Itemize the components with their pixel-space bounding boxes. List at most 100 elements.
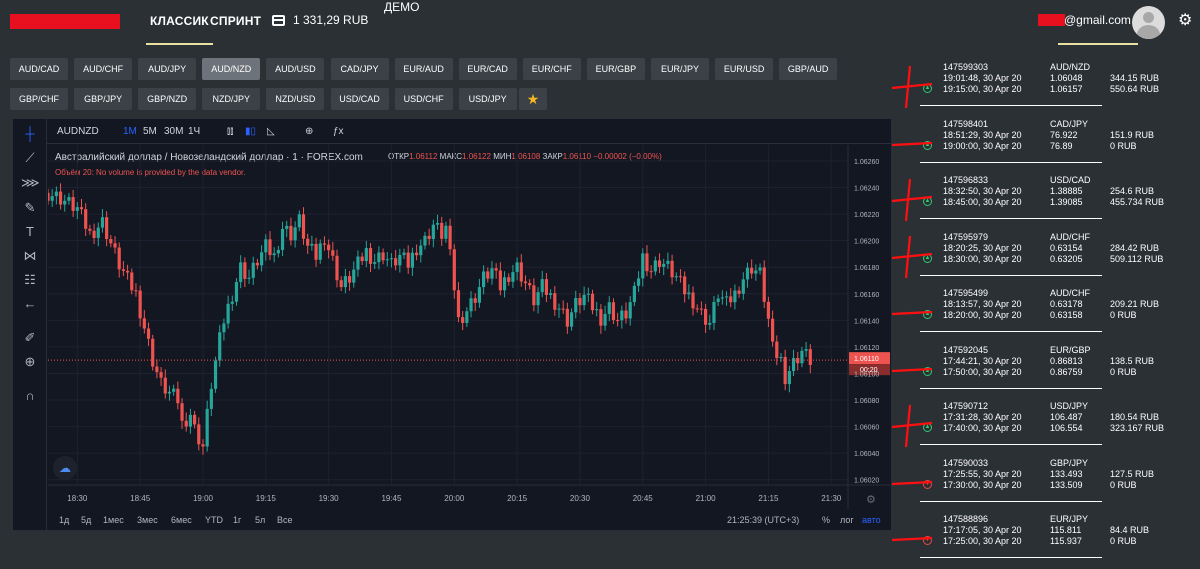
- zoom-icon[interactable]: ⊕: [21, 353, 39, 371]
- user-email[interactable]: @gmail.com: [1064, 13, 1131, 27]
- candle-body: [549, 293, 553, 295]
- range-8[interactable]: Все: [277, 515, 293, 525]
- account-mode[interactable]: ДЕМО: [384, 0, 419, 14]
- trade-row[interactable]: ▲ 147598401 18:51:29, 30 Apr 20 19:00:00, 3…: [918, 117, 1188, 173]
- pair-button-euraud[interactable]: EUR/AUD: [394, 58, 453, 80]
- trade-row[interactable]: ▼ 147588896 17:17:05, 30 Apr 20 17:25:00, 3…: [918, 512, 1188, 568]
- tab-classic[interactable]: КЛАССИК: [146, 14, 213, 45]
- range-7[interactable]: 5л: [255, 515, 265, 525]
- trade-row[interactable]: ▲ 147595499 18:13:57, 30 Apr 20 18:20:00, 3…: [918, 286, 1188, 342]
- pair-button-gbpchf[interactable]: GBP/CHF: [10, 88, 68, 110]
- pair-button-gbpjpy[interactable]: GBP/JPY: [74, 88, 133, 110]
- favorites-button[interactable]: ★: [519, 88, 547, 110]
- star-icon: ★: [526, 90, 540, 107]
- trade-row[interactable]: ▲ 147599303 19:01:48, 30 Apr 20 19:15:00, 3…: [918, 60, 1188, 116]
- arrow-left-icon[interactable]: ←: [21, 295, 39, 313]
- area-style-icon[interactable]: ◺: [267, 126, 275, 137]
- range-3[interactable]: 3мес: [137, 515, 158, 525]
- trade-row[interactable]: ▲ 147590712 17:31:28, 30 Apr 20 17:40:00, 3…: [918, 399, 1188, 455]
- scale-log[interactable]: лог: [840, 515, 854, 525]
- candle-body: [121, 269, 125, 271]
- crosshair-icon[interactable]: ┼: [21, 125, 39, 143]
- ruler-icon[interactable]: ✐: [21, 329, 39, 347]
- text-tool-icon[interactable]: T: [21, 223, 39, 241]
- pair-button-audchf[interactable]: AUD/CHF: [74, 58, 133, 80]
- interval-1h[interactable]: 1Ч: [188, 126, 200, 137]
- pair-button-usdchf[interactable]: USD/CHF: [394, 88, 453, 110]
- pair-button-eurjpy[interactable]: EUR/JPY: [651, 58, 709, 80]
- range-1[interactable]: 5д: [81, 515, 91, 525]
- pattern-icon[interactable]: ⋈: [21, 247, 39, 265]
- candle-body: [683, 276, 687, 295]
- candle-body: [469, 298, 473, 312]
- add-indicator-icon[interactable]: ⊕: [305, 126, 313, 137]
- scale-percent[interactable]: %: [822, 515, 830, 525]
- pair-button-audjpy[interactable]: AUD/JPY: [138, 58, 197, 80]
- trade-row[interactable]: ▲ 147596833 18:32:50, 30 Apr 20 18:45:00, 3…: [918, 173, 1188, 229]
- candle-body: [695, 308, 699, 310]
- range-0[interactable]: 1д: [59, 515, 69, 525]
- avatar[interactable]: [1132, 6, 1165, 39]
- pair-button-nzdjpy[interactable]: NZD/JPY: [202, 88, 261, 110]
- range-4[interactable]: 6мес: [171, 515, 192, 525]
- symbol-label[interactable]: AUDNZD: [57, 126, 99, 137]
- pair-button-eurusd[interactable]: EUR/USD: [715, 58, 774, 80]
- candle-body: [335, 255, 339, 281]
- trade-payout: 0 RUB: [1110, 479, 1137, 490]
- interval-5m[interactable]: 5M: [143, 126, 157, 137]
- brush-icon[interactable]: ✎: [21, 199, 39, 217]
- trade-open-time: 17:44:21, 30 Apr 20: [943, 355, 1022, 366]
- pair-button-eurcad[interactable]: EUR/CAD: [458, 58, 517, 80]
- pair-button-cadjpy[interactable]: CAD/JPY: [330, 58, 389, 80]
- range-6[interactable]: 1г: [233, 515, 241, 525]
- interval-30m[interactable]: 30M: [164, 126, 183, 137]
- candle-body: [381, 252, 385, 261]
- indicators-icon[interactable]: ƒx: [333, 126, 344, 137]
- bars-style-icon[interactable]: ⫾⫾: [227, 126, 233, 137]
- trade-close-time: 19:00:00, 30 Apr 20: [943, 140, 1022, 151]
- prediction-icon[interactable]: ☷: [21, 271, 39, 289]
- pair-button-audcad[interactable]: AUD/CAD: [10, 58, 68, 80]
- scale-auto[interactable]: авто: [862, 515, 881, 525]
- pair-button-eurchf[interactable]: EUR/CHF: [522, 58, 581, 80]
- pair-button-nzdusd[interactable]: NZD/USD: [266, 88, 325, 110]
- magnet-icon[interactable]: ∩: [21, 387, 39, 405]
- range-2[interactable]: 1мес: [103, 515, 124, 525]
- trade-open-price: 1.06048: [1050, 73, 1083, 83]
- candle-body: [176, 388, 180, 404]
- y-tick-label: 1.06180: [854, 265, 879, 272]
- cloud-icon[interactable]: ☁: [53, 456, 77, 480]
- pair-button-gbpaud[interactable]: GBP/AUD: [779, 58, 838, 80]
- candle-body: [595, 309, 599, 311]
- candles-style-icon[interactable]: ▮▯: [245, 126, 256, 137]
- candle-body: [239, 262, 243, 283]
- candle-body: [636, 278, 641, 286]
- candlestick-chart[interactable]: 1.0611000:201.062601.062401.062201.06200…: [48, 145, 891, 510]
- candle-body: [50, 196, 54, 201]
- trade-row[interactable]: ▲ 147595979 18:20:25, 30 Apr 20 18:30:00, 3…: [918, 230, 1188, 286]
- trade-row[interactable]: ▼ 147590033 17:25:55, 30 Apr 20 17:30:00, 3…: [918, 456, 1188, 512]
- pair-button-gbpnzd[interactable]: GBP/NZD: [138, 88, 197, 110]
- trade-row[interactable]: ▲ 147592045 17:44:21, 30 Apr 20 17:50:00, 3…: [918, 343, 1188, 399]
- candle-body: [297, 214, 301, 228]
- pair-button-audusd[interactable]: AUD/USD: [266, 58, 325, 80]
- candle-body: [482, 271, 486, 288]
- pitchfork-icon[interactable]: ⋙: [21, 174, 40, 192]
- candle-body: [402, 252, 406, 255]
- pair-button-usdjpy[interactable]: USD/JPY: [458, 88, 517, 110]
- trade-stake: 284.42 RUB: [1110, 242, 1160, 253]
- interval-1m[interactable]: 1M: [123, 126, 137, 137]
- candle-body: [385, 259, 389, 261]
- tab-sprint[interactable]: СПРИНТ: [210, 14, 261, 28]
- candle-body: [678, 276, 683, 278]
- candle-body: [783, 356, 787, 385]
- candle-body: [226, 303, 230, 324]
- pair-button-usdcad[interactable]: USD/CAD: [330, 88, 389, 110]
- pair-button-audnzd[interactable]: AUD/NZD: [202, 58, 261, 80]
- trend-line-icon[interactable]: ⟋: [21, 149, 39, 167]
- range-5[interactable]: YTD: [205, 515, 223, 525]
- candle-body: [645, 253, 649, 272]
- gear-icon[interactable]: ⚙: [1178, 13, 1192, 29]
- pair-button-eurgbp[interactable]: EUR/GBP: [586, 58, 645, 80]
- redacted-email-user: [1038, 14, 1065, 26]
